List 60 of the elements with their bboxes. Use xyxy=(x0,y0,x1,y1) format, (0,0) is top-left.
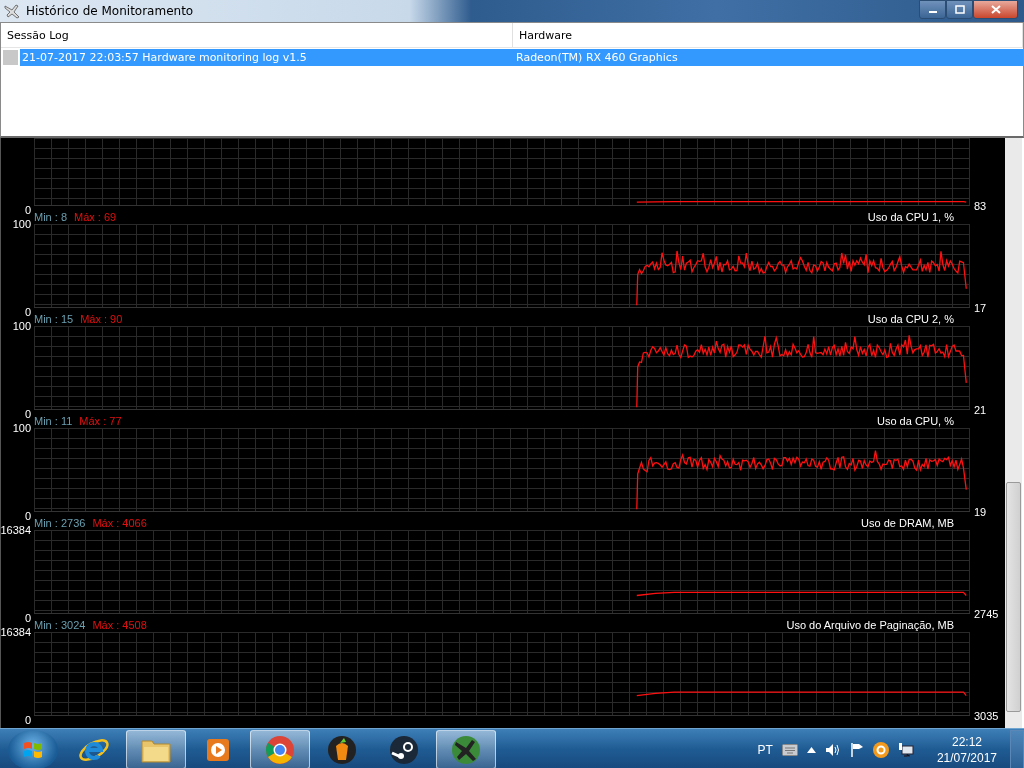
max-label: Máx : 4066 xyxy=(92,517,147,529)
close-button[interactable] xyxy=(973,0,1018,19)
language-indicator[interactable]: PT xyxy=(757,742,773,757)
clock-date: 21/07/2017 xyxy=(936,749,997,766)
axis-max-label: 100 xyxy=(12,218,31,230)
min-label: Min : 11 xyxy=(34,415,73,427)
axis-max-label: 16384 xyxy=(0,524,31,536)
maximize-button[interactable] xyxy=(946,0,973,19)
close-icon xyxy=(990,5,1001,14)
column-header[interactable]: Hardware xyxy=(513,23,1023,47)
max-label: Máx : 77 xyxy=(79,415,122,427)
row-marker xyxy=(3,50,18,65)
clock-time: 22:12 xyxy=(951,733,982,750)
taskbar-folder-button[interactable] xyxy=(126,730,186,768)
axis-max-label: 16384 xyxy=(0,626,31,638)
network-icon[interactable] xyxy=(897,742,914,757)
current-value: 21 xyxy=(974,404,987,416)
axis-min-label: 0 xyxy=(24,714,31,726)
column-header[interactable]: Sessão Log xyxy=(1,23,513,47)
axis-max-label: 100 xyxy=(12,422,31,434)
taskbar-browser-button[interactable] xyxy=(250,730,310,768)
max-label: Máx : 90 xyxy=(80,313,123,325)
axis-min-label: 0 xyxy=(24,204,31,216)
scrollbar[interactable] xyxy=(1005,138,1024,728)
minimize-button[interactable] xyxy=(919,0,946,19)
current-value: 17 xyxy=(974,302,987,314)
graph-title: Uso do Arquivo de Paginação, MB xyxy=(786,619,954,631)
axis-max-label: 100 xyxy=(12,320,31,332)
maximize-icon xyxy=(954,5,965,14)
axis-min-label: 0 xyxy=(24,306,31,318)
current-value: 2745 xyxy=(974,608,999,620)
graph-title: Uso da CPU 2, % xyxy=(867,313,954,325)
min-label: Min : 8 xyxy=(34,211,67,223)
graph-title: Uso da CPU 1, % xyxy=(867,211,954,223)
clock[interactable]: 22:12 21/07/2017 xyxy=(936,733,997,766)
min-label: Min : 2736 xyxy=(34,517,86,529)
caret-up-icon[interactable] xyxy=(806,746,816,753)
taskbar-app-button[interactable] xyxy=(436,730,496,768)
min-label: Min : 15 xyxy=(34,313,74,325)
current-value: 3035 xyxy=(974,710,999,722)
current-value: 83 xyxy=(974,200,987,212)
start-button[interactable] xyxy=(8,729,58,768)
browser-icon xyxy=(264,733,296,766)
fruit-icon xyxy=(326,733,358,766)
keyboard-icon[interactable] xyxy=(781,743,798,756)
axis-min-label: 0 xyxy=(24,408,31,420)
scroll-thumb[interactable] xyxy=(1006,482,1021,712)
max-label: Máx : 4508 xyxy=(92,619,147,631)
speaker-icon[interactable] xyxy=(824,742,841,757)
window-title: Histórico de Monitoramento xyxy=(26,4,194,18)
steam-icon xyxy=(388,733,420,766)
flag-icon[interactable] xyxy=(849,742,864,757)
axis-min-label: 0 xyxy=(24,510,31,522)
axis-min-label: 0 xyxy=(24,612,31,624)
graph-title: Uso de DRAM, MB xyxy=(861,517,954,529)
ring-icon[interactable] xyxy=(872,741,889,758)
graph-title: Uso da CPU, % xyxy=(876,415,954,427)
min-label: Min : 3024 xyxy=(34,619,86,631)
current-value: 19 xyxy=(974,506,987,518)
max-label: Máx : 69 xyxy=(74,211,117,223)
